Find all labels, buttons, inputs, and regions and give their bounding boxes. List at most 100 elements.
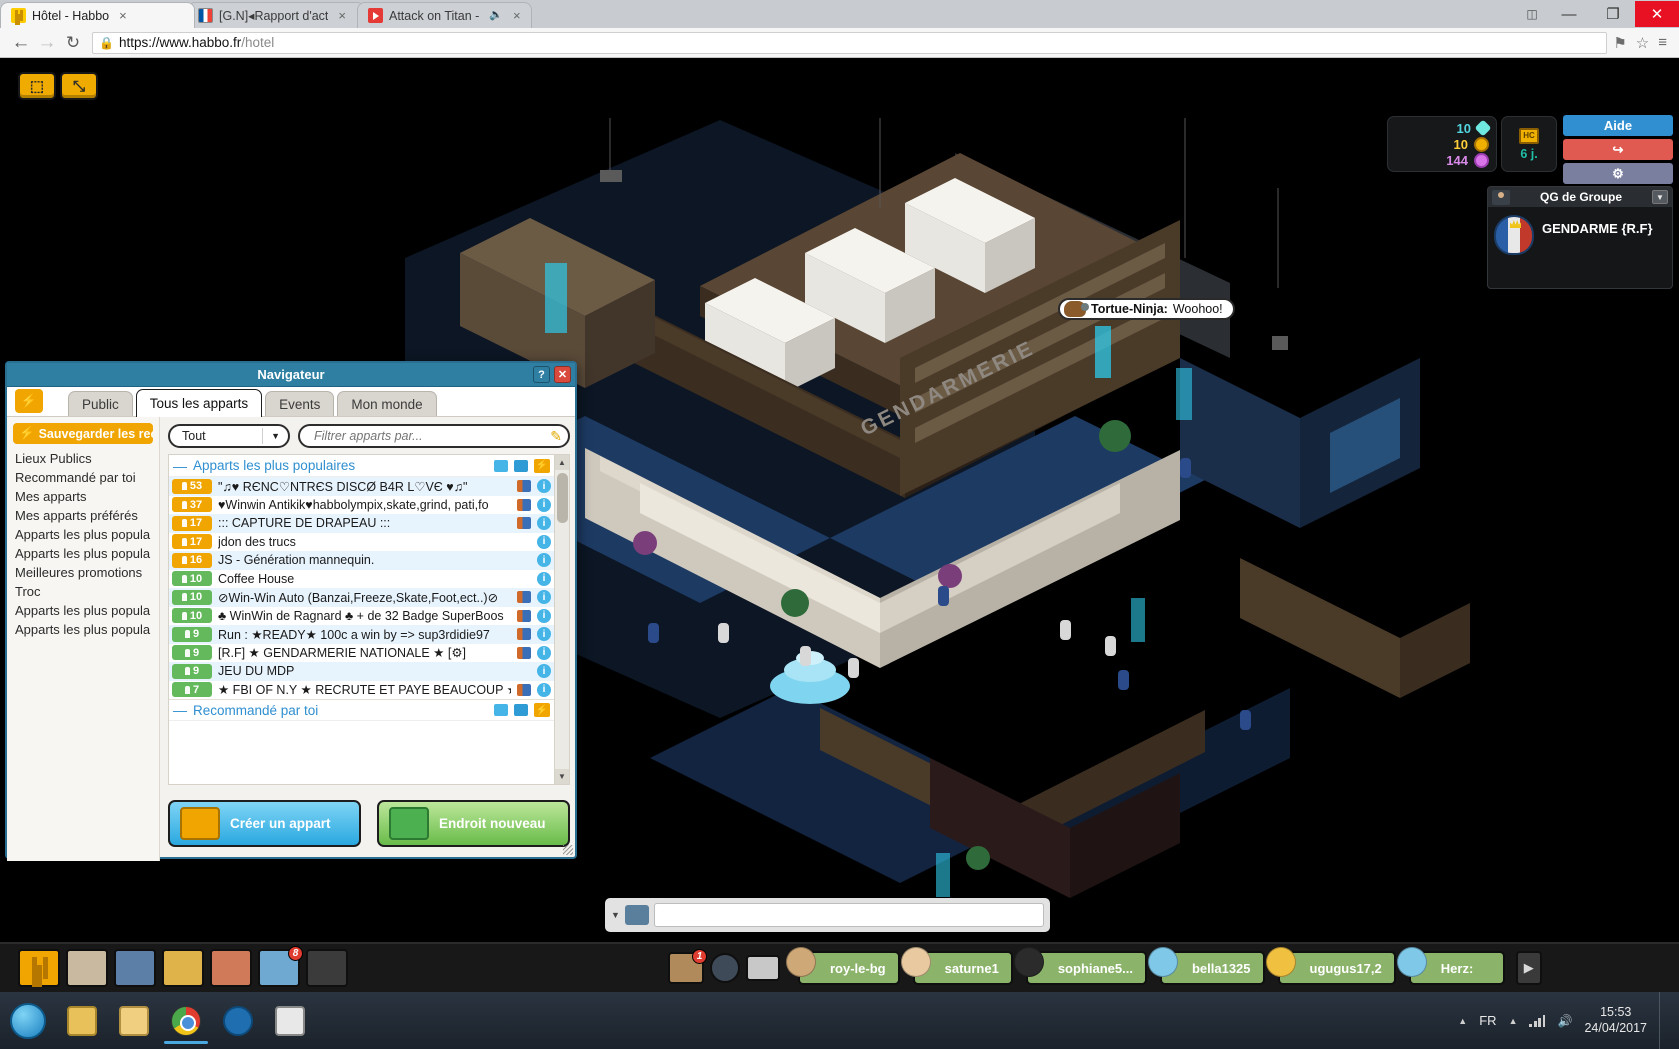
table-row[interactable]: 9 [R.F] ★ GENDARMERIE NATIONALE ★ [⚙] i <box>169 643 554 662</box>
fullscreen-toggle-button[interactable]: ⬚ <box>18 72 56 100</box>
user-chip[interactable]: Herz: <box>1396 947 1505 985</box>
wifi-icon[interactable] <box>1529 1014 1546 1027</box>
sidebar-item-meilleures-promotions[interactable]: Meilleures promotions <box>7 563 159 582</box>
quick-bolt-button[interactable]: ⚡ <box>15 389 43 413</box>
list-view-icon[interactable] <box>514 459 528 472</box>
own-avatar-icon[interactable] <box>624 905 649 925</box>
habbo-home-icon[interactable] <box>18 949 60 987</box>
tab-events[interactable]: Events <box>265 391 335 416</box>
table-row[interactable]: 17 jdon des trucs i <box>169 532 554 551</box>
navigator-close-button[interactable]: ✕ <box>554 366 571 383</box>
room-info-icon[interactable]: i <box>537 608 551 623</box>
room-info-icon[interactable]: i <box>537 627 551 642</box>
resize-handle[interactable] <box>563 845 573 855</box>
close-window-button[interactable]: ✕ <box>1635 1 1679 27</box>
chevron-down-icon[interactable]: ▼ <box>1652 190 1668 204</box>
sidebar-item-mes-apparts-preferes[interactable]: Mes apparts préférés <box>7 506 159 525</box>
user-chip[interactable]: roy-le-bg <box>786 947 900 985</box>
scrollbar-thumb[interactable] <box>557 473 568 523</box>
sidebar-item-apparts-populaires-2[interactable]: Apparts les plus popula <box>7 544 159 563</box>
camera-icon[interactable] <box>306 949 348 987</box>
room-chat-bar[interactable]: ▼ <box>605 898 1050 932</box>
reload-icon[interactable]: ↻ <box>60 30 86 56</box>
navigator-window[interactable]: Navigateur ? ✕ ⚡ Public Tous les apparts… <box>5 361 577 861</box>
user-chip[interactable]: ugugus17,2 <box>1265 947 1396 985</box>
save-recommendations-button[interactable]: ⚡ Sauvegarder les rec <box>13 423 153 444</box>
navigator-help-button[interactable]: ? <box>533 366 550 383</box>
table-row[interactable]: 9 JEU DU MDP i <box>169 662 554 681</box>
room-info-icon[interactable]: i <box>537 645 551 660</box>
people-icon[interactable]: 1 <box>668 949 707 984</box>
chat-input[interactable] <box>653 903 1044 927</box>
extension-icon[interactable]: ⚑ <box>1613 34 1626 52</box>
pencil-icon[interactable]: ✎ <box>550 428 562 445</box>
habbo-club-panel[interactable]: HC 6 j. <box>1501 116 1557 172</box>
room-info-icon[interactable]: i <box>537 553 551 568</box>
table-row[interactable]: 10 ♣ WinWin de Ragnard ♣ + de 32 Badge S… <box>169 606 554 625</box>
sidebar-item-apparts-populaires-1[interactable]: Apparts les plus popula <box>7 525 159 544</box>
room-info-icon[interactable]: i <box>537 497 551 512</box>
bolt-icon[interactable]: ⚡ <box>534 458 550 473</box>
group-emblem-icon[interactable] <box>1494 215 1534 255</box>
table-row[interactable]: 37 ♥Winwin Antikik♥habbolympix,skate,gri… <box>169 495 554 514</box>
taskbar-app-folder[interactable] <box>108 996 160 1045</box>
table-row[interactable]: 10 ⊘Win-Win Auto (Banzai,Freeze,Skate,Fo… <box>169 588 554 607</box>
grid-view-icon[interactable] <box>494 459 508 472</box>
catalog-icon[interactable] <box>114 949 156 987</box>
table-row[interactable]: 17 ::: CAPTURE DE DRAPEAU ::: i <box>169 514 554 533</box>
browser-tab-rapport[interactable]: [G.N]◂Rapport d'act × <box>187 2 365 28</box>
tab-mute-icon[interactable]: 🔈 <box>489 10 503 21</box>
next-users-arrow-icon[interactable]: ▶ <box>1515 951 1542 985</box>
scroll-down-icon[interactable]: ▼ <box>555 769 569 784</box>
inventory-icon[interactable] <box>210 949 252 987</box>
build-mode-icon[interactable] <box>162 949 204 987</box>
show-desktop-button[interactable] <box>1659 992 1667 1049</box>
maximize-button[interactable]: ❐ <box>1591 1 1635 27</box>
sidebar-item-lieux-publics[interactable]: Lieux Publics <box>7 449 159 468</box>
room-info-icon[interactable]: i <box>537 516 551 531</box>
table-row[interactable]: 16 JS - Génération mannequin. i <box>169 551 554 570</box>
search-icon[interactable] <box>710 953 740 983</box>
language-indicator[interactable]: FR <box>1479 1013 1496 1028</box>
volume-icon[interactable]: 🔊 <box>1557 1014 1572 1028</box>
create-room-button[interactable]: Créer un appart <box>168 799 361 847</box>
section-header-recommande[interactable]: — Recommandé par toi ⚡ <box>169 699 554 721</box>
sidebar-item-apparts-populaires-3[interactable]: Apparts les plus popula <box>7 601 159 620</box>
room-info-icon[interactable]: i <box>537 682 551 697</box>
friends-icon[interactable]: 8 <box>258 946 303 987</box>
sidebar-item-apparts-populaires-4[interactable]: Apparts les plus popula <box>7 620 159 639</box>
tray-caret-icon[interactable]: ▲ <box>1509 1016 1518 1026</box>
new-place-button[interactable]: Endroit nouveau <box>377 799 570 847</box>
help-button[interactable]: Aide <box>1563 115 1673 136</box>
navigator-titlebar[interactable]: Navigateur ? ✕ <box>7 363 575 387</box>
bolt-icon[interactable]: ⚡ <box>534 703 550 717</box>
table-row[interactable]: 9 Run : ★READY★ 100c a win by => sup3rdi… <box>169 625 554 644</box>
grid-view-icon[interactable] <box>494 704 508 716</box>
tab-public[interactable]: Public <box>68 391 133 416</box>
sidebar-item-troc[interactable]: Troc <box>7 582 159 601</box>
room-info-icon[interactable]: i <box>537 534 551 549</box>
table-row[interactable]: 10 Coffee House i <box>169 569 554 588</box>
bookmark-star-icon[interactable]: ☆ <box>1636 34 1649 52</box>
user-chip[interactable]: bella1325 <box>1147 947 1265 985</box>
chat-icon[interactable] <box>746 955 780 981</box>
browser-tab-attack-on-titan[interactable]: Attack on Titan - 🔈 × <box>357 2 532 28</box>
section-header-populaires[interactable]: — Apparts les plus populaires ⚡ <box>169 455 554 477</box>
room-info-icon[interactable]: i <box>537 590 551 605</box>
sidebar-item-mes-apparts[interactable]: Mes apparts <box>7 487 159 506</box>
group-hq-panel[interactable]: QG de Groupe ▼ GENDARME {R.F} <box>1487 186 1673 289</box>
room-search-box[interactable]: ✎ <box>298 424 570 448</box>
taskbar-app-chrome[interactable] <box>160 996 212 1045</box>
collapse-icon[interactable]: — <box>173 702 187 718</box>
taskbar-app-paint[interactable] <box>264 996 316 1045</box>
restore-down-icon[interactable]: ◫ <box>1517 1 1547 27</box>
table-row[interactable]: 53 "♫♥ RЄNC♡NTRЄS DISCØ B4R L♡VЄ ♥♫" i <box>169 477 554 496</box>
taskbar-app-explorer[interactable] <box>56 996 108 1045</box>
address-bar[interactable]: 🔒 https://www.habbo.fr/hotel <box>92 31 1608 54</box>
forward-icon[interactable]: → <box>34 30 60 56</box>
scroll-up-icon[interactable]: ▲ <box>555 455 569 470</box>
chevron-down-icon[interactable]: ▼ <box>611 910 620 920</box>
back-icon[interactable]: ← <box>8 30 34 56</box>
chat-bubble[interactable]: Tortue-Ninja: Woohoo! <box>1058 298 1235 320</box>
expand-view-button[interactable]: ⤡ <box>60 72 98 100</box>
